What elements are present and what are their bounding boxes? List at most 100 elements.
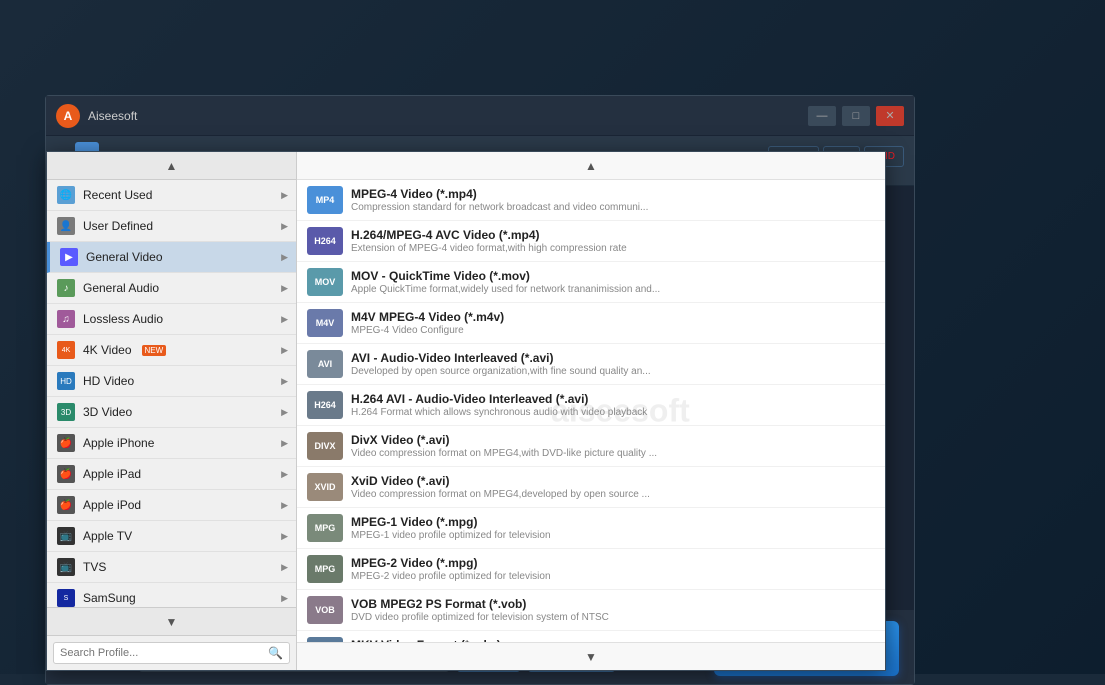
close-button[interactable]: ✕ — [876, 106, 904, 126]
dropdown-item-lossless-audio[interactable]: ♫Lossless Audio — [47, 304, 296, 335]
dropdown-item-samsung[interactable]: S SamSung — [47, 583, 296, 607]
dropdown-item-label: SamSung — [83, 591, 136, 605]
format-scroll-up[interactable]: ▲ — [297, 152, 885, 180]
format-name: AVI - Audio-Video Interleaved (*.avi) — [351, 351, 875, 365]
dropdown-left-panel: ▲ 🌐Recent Used 👤 User Defined ▶General Vide… — [47, 152, 297, 670]
format-desc: Developed by open source organization,wi… — [351, 366, 751, 377]
dropdown-item-user-defined[interactable]: 👤 User Defined — [47, 211, 296, 242]
tv-icon: 📺 — [57, 558, 75, 576]
mp4-format-icon: MP4 — [307, 186, 343, 214]
dropdown-item-label: Apple iPhone — [83, 436, 154, 450]
format-desc: Video compression format on MPEG4,with D… — [351, 448, 751, 459]
format-item-mpeg2[interactable]: MPG MPEG-2 Video (*.mpg)MPEG-2 video prof… — [297, 549, 885, 590]
titlebar-left: A Aiseesoft — [56, 104, 137, 128]
dropdown-item-label: HD Video — [83, 374, 134, 388]
format-info: MPEG-4 Video (*.mp4)Compression standard… — [351, 187, 875, 213]
dropdown-category-list: 🌐Recent Used👤User Defined▶General Video♪… — [47, 180, 296, 607]
3d-icon: 3D — [57, 403, 75, 421]
restore-button[interactable]: □ — [842, 106, 870, 126]
format-list: MP4 MPEG-4 Video (*.mp4)Compression stand… — [297, 180, 885, 642]
app-title-text: Aiseesoft — [88, 109, 137, 123]
dropdown-search-area: 🔍 — [47, 635, 296, 670]
format-desc: DVD video profile optimized for televisi… — [351, 612, 751, 623]
divx-format-icon: DIVX — [307, 432, 343, 460]
dropdown-item-label: Apple TV — [83, 529, 132, 543]
format-name: M4V MPEG-4 Video (*.m4v) — [351, 310, 875, 324]
mpeg2-format-icon: MPG — [307, 555, 343, 583]
main-window: A Aiseesoft — □ ✕ NVIDIA Intel AMD + Add… — [45, 95, 915, 685]
format-name: DivX Video (*.avi) — [351, 433, 875, 447]
titlebar: A Aiseesoft — □ ✕ — [46, 96, 914, 136]
search-profile-input[interactable] — [60, 647, 268, 659]
dropdown-scroll-down[interactable]: ▼ — [47, 607, 296, 635]
dropdown-right-panel: ▲ MP4 MPEG-4 Video (*.mp4)Compression sta… — [297, 152, 885, 670]
format-info: MPEG-2 Video (*.mpg)MPEG-2 video profile… — [351, 556, 875, 582]
dropdown-item-apple-iphone[interactable]: 🍎 Apple iPhone — [47, 428, 296, 459]
app-logo: A — [56, 104, 80, 128]
dropdown-item-recent[interactable]: 🌐Recent Used — [47, 180, 296, 211]
titlebar-controls: — □ ✕ — [808, 106, 904, 126]
dropdown-item-general-video[interactable]: ▶General Video — [47, 242, 296, 273]
dropdown-item-apple-ipod[interactable]: 🍎 Apple iPod — [47, 490, 296, 521]
apple-icon: 🍎 — [57, 434, 75, 452]
format-item-mov[interactable]: MOVMOV - QuickTime Video (*.mov)Apple Qu… — [297, 262, 885, 303]
dropdown-item-label: Apple iPod — [83, 498, 141, 512]
format-item-avi[interactable]: AVI AVI - Audio-Video Interleaved (*.avi)… — [297, 344, 885, 385]
format-info: VOB MPEG2 PS Format (*.vob)DVD video pro… — [351, 597, 875, 623]
vob-format-icon: VOB — [307, 596, 343, 624]
hd-icon: HD — [57, 372, 75, 390]
format-item-h264[interactable]: H264 H.264/MPEG-4 AVC Video (*.mp4)Extens… — [297, 221, 885, 262]
dropdown-item-label: General Audio — [83, 281, 159, 295]
avi-format-icon: AVI — [307, 350, 343, 378]
globe-icon: 🌐 — [57, 186, 75, 204]
format-desc: MPEG-4 Video Configure — [351, 325, 751, 336]
format-item-xvid[interactable]: XVID XviD Video (*.avi)Video compression … — [297, 467, 885, 508]
format-info: MPEG-1 Video (*.mpg)MPEG-1 video profile… — [351, 515, 875, 541]
video-icon: ▶ — [60, 248, 78, 266]
dropdown-item-label: User Defined — [83, 219, 153, 233]
format-desc: Compression standard for network broadca… — [351, 202, 751, 213]
dropdown-item-label: 3D Video — [83, 405, 132, 419]
format-info: M4V MPEG-4 Video (*.m4v)MPEG-4 Video Con… — [351, 310, 875, 336]
format-item-mp4[interactable]: MP4 MPEG-4 Video (*.mp4)Compression stand… — [297, 180, 885, 221]
dropdown-item-apple-ipad[interactable]: 🍎 Apple iPad — [47, 459, 296, 490]
audio-icon: ♪ — [57, 279, 75, 297]
format-name: H.264 AVI - Audio-Video Interleaved (*.a… — [351, 392, 875, 406]
samsung-icon: S — [57, 589, 75, 607]
search-wrap: 🔍 — [53, 642, 290, 664]
format-item-divx[interactable]: DIVX DivX Video (*.avi)Video compression … — [297, 426, 885, 467]
tv-icon: 📺 — [57, 527, 75, 545]
format-desc: H.264 Format which allows synchronous au… — [351, 407, 751, 418]
dropdown-item-label: Apple iPad — [83, 467, 141, 481]
dropdown-item-general-audio[interactable]: ♪ General Audio — [47, 273, 296, 304]
dropdown-item-hd-video[interactable]: HD HD Video — [47, 366, 296, 397]
format-name: XviD Video (*.avi) — [351, 474, 875, 488]
minimize-button[interactable]: — — [808, 106, 836, 126]
h264-format-icon: H264 — [307, 227, 343, 255]
dropdown-item-apple-tv[interactable]: 📺 Apple TV — [47, 521, 296, 552]
apple-icon: 🍎 — [57, 465, 75, 483]
user-icon: 👤 — [57, 217, 75, 235]
format-desc: Video compression format on MPEG4,develo… — [351, 489, 751, 500]
format-name: MPEG-2 Video (*.mpg) — [351, 556, 875, 570]
format-item-mpeg1[interactable]: MPGMPEG-1 Video (*.mpg)MPEG-1 video prof… — [297, 508, 885, 549]
dropdown-scroll-up[interactable]: ▲ — [47, 152, 296, 180]
format-name: MPEG-4 Video (*.mp4) — [351, 187, 875, 201]
format-info: XviD Video (*.avi)Video compression form… — [351, 474, 875, 500]
music-icon: ♫ — [57, 310, 75, 328]
format-item-m4v[interactable]: M4VM4V MPEG-4 Video (*.m4v)MPEG-4 Video … — [297, 303, 885, 344]
format-info: H.264 AVI - Audio-Video Interleaved (*.a… — [351, 392, 875, 418]
format-desc: Extension of MPEG-4 video format,with hi… — [351, 243, 751, 254]
dropdown-item-4k-video[interactable]: 4K4K VideoNEW — [47, 335, 296, 366]
apple-icon: 🍎 — [57, 496, 75, 514]
format-item-mkv[interactable]: MKVMKV Video Format (*.mkv)Stands for ma… — [297, 631, 885, 642]
format-item-h264avi[interactable]: H264H.264 AVI - Audio-Video Interleaved … — [297, 385, 885, 426]
format-name: H.264/MPEG-4 AVC Video (*.mp4) — [351, 228, 875, 242]
mov-format-icon: MOV — [307, 268, 343, 296]
format-item-vob[interactable]: VOB VOB MPEG2 PS Format (*.vob)DVD video … — [297, 590, 885, 631]
xvid-format-icon: XVID — [307, 473, 343, 501]
dropdown-item-tvs[interactable]: 📺TVS — [47, 552, 296, 583]
new-badge: NEW — [142, 345, 167, 356]
dropdown-item-3d-video[interactable]: 3D 3D Video — [47, 397, 296, 428]
format-scroll-down[interactable]: ▼ — [297, 642, 885, 670]
